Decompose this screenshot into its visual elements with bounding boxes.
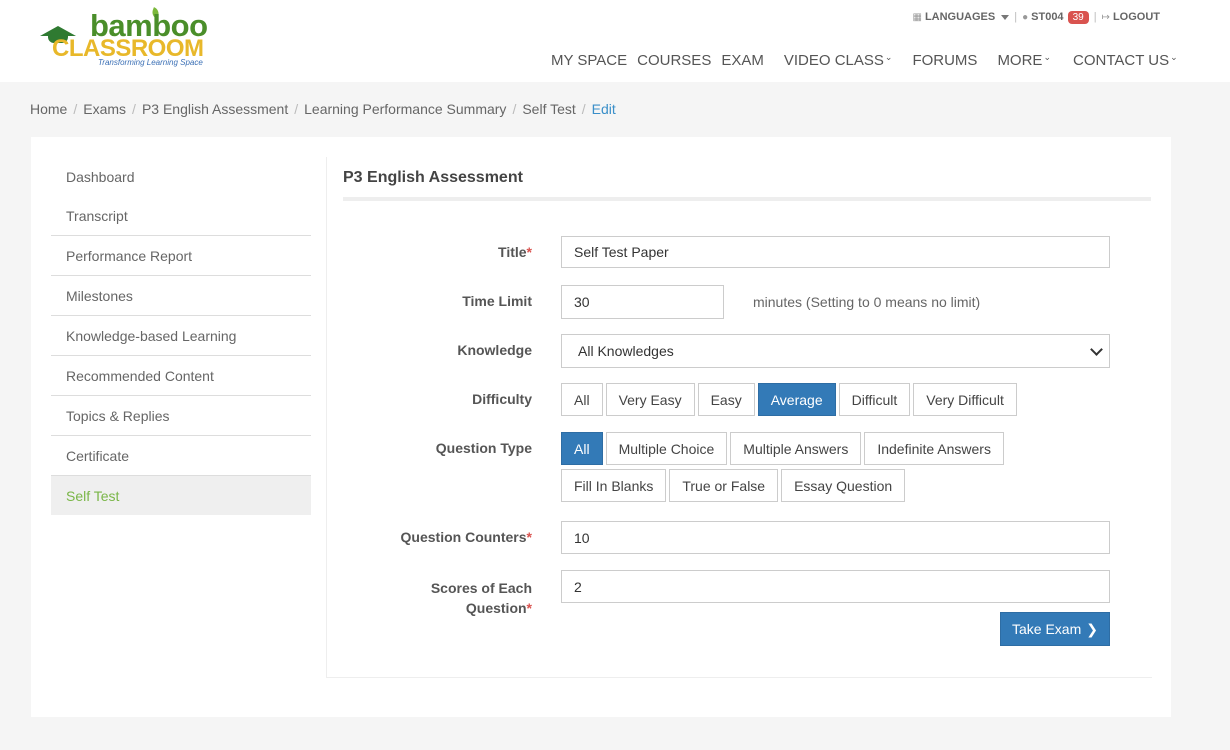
breadcrumb-self-test[interactable]: Self Test (522, 101, 575, 117)
sidebar-item-self-test[interactable]: Self Test (51, 476, 311, 515)
difficulty-options: All Very Easy Easy Average Difficult Ver… (561, 383, 1020, 416)
difficulty-all[interactable]: All (561, 383, 603, 416)
sidebar-item-certificate[interactable]: Certificate (51, 436, 311, 476)
chevron-down-icon (1090, 343, 1103, 356)
user-icon: ● (1022, 11, 1029, 23)
question-type-multiple-answers[interactable]: Multiple Answers (730, 432, 862, 465)
difficulty-average[interactable]: Average (757, 383, 836, 416)
page-title: P3 English Assessment (343, 169, 523, 186)
main-nav: MY SPACE COURSES EXAM VIDEO CLASS ⌄ FORUM… (551, 52, 1178, 69)
breadcrumb-summary[interactable]: Learning Performance Summary (304, 101, 506, 117)
difficulty-very-easy[interactable]: Very Easy (605, 383, 695, 416)
knowledge-selected-value: All Knowledges (578, 343, 674, 359)
difficulty-very-difficult[interactable]: Very Difficult (913, 383, 1017, 416)
breadcrumb-exams[interactable]: Exams (83, 101, 126, 117)
sidebar-item-transcript[interactable]: Transcript (51, 196, 311, 236)
title-label: Title* (498, 244, 532, 260)
nav-courses[interactable]: COURSES (637, 52, 711, 69)
sidebar-item-performance-report[interactable]: Performance Report (51, 236, 311, 276)
nav-contact-us[interactable]: CONTACT US (1073, 52, 1169, 69)
chevron-down-icon[interactable]: ⌄ (885, 52, 893, 69)
question-type-fill-in-blanks[interactable]: Fill In Blanks (561, 469, 667, 502)
top-links: ▦ LANGUAGES | ● ST004 39 | ↦ LOGOUT (912, 10, 1160, 24)
user-name[interactable]: ST004 (1031, 11, 1063, 23)
main-card: Dashboard Transcript Performance Report … (31, 137, 1171, 717)
scores-input[interactable]: 2 (561, 570, 1110, 603)
question-type-indefinite-answers[interactable]: Indefinite Answers (864, 432, 1004, 465)
title-input[interactable]: Self Test Paper (561, 236, 1110, 268)
knowledge-select[interactable]: All Knowledges (561, 334, 1110, 368)
divider (343, 197, 1151, 201)
breadcrumb-assessment[interactable]: P3 English Assessment (142, 101, 288, 117)
sidebar-item-dashboard[interactable]: Dashboard (51, 157, 311, 196)
notification-badge[interactable]: 39 (1067, 10, 1089, 24)
question-type-all[interactable]: All (561, 432, 603, 465)
chevron-right-icon: ❯ (1086, 620, 1098, 637)
question-type-options-row2: Fill In Blanks True or False Essay Quest… (561, 469, 908, 502)
sidebar-item-knowledge-learning[interactable]: Knowledge-based Learning (51, 316, 311, 356)
time-limit-hint: minutes (Setting to 0 means no limit) (753, 294, 981, 310)
nav-my-space[interactable]: MY SPACE (551, 52, 627, 69)
difficulty-difficult[interactable]: Difficult (838, 383, 911, 416)
breadcrumb-home[interactable]: Home (30, 101, 67, 117)
difficulty-easy[interactable]: Easy (697, 383, 755, 416)
nav-forums[interactable]: FORUMS (912, 52, 977, 69)
breadcrumb-edit: Edit (591, 101, 616, 117)
time-limit-input[interactable]: 30 (561, 285, 724, 319)
question-type-label: Question Type (435, 440, 532, 456)
nav-exam[interactable]: EXAM (721, 52, 764, 69)
difficulty-label: Difficulty (472, 391, 532, 407)
scores-label: Scores of Each Question* (430, 580, 532, 616)
languages-menu[interactable]: LANGUAGES (925, 11, 995, 23)
question-counters-label: Question Counters* (400, 529, 532, 545)
take-exam-button[interactable]: Take Exam ❯ (1000, 612, 1110, 646)
sidebar: Dashboard Transcript Performance Report … (51, 157, 311, 515)
sidebar-item-topics-replies[interactable]: Topics & Replies (51, 396, 311, 436)
logo-tagline: Transforming Learning Space (98, 58, 203, 67)
chevron-down-icon[interactable]: ⌄ (1043, 52, 1051, 69)
sidebar-item-recommended-content[interactable]: Recommended Content (51, 356, 311, 396)
site-logo[interactable]: bamboo CLASSROOM Transforming Learning S… (40, 7, 215, 70)
nav-video-class[interactable]: VIDEO CLASS (784, 52, 884, 69)
time-limit-label: Time Limit (462, 293, 532, 309)
question-counters-input[interactable]: 10 (561, 521, 1110, 554)
question-type-true-false[interactable]: True or False (669, 469, 779, 502)
logout-link[interactable]: LOGOUT (1113, 11, 1160, 23)
question-type-multiple-choice[interactable]: Multiple Choice (605, 432, 728, 465)
site-header: bamboo CLASSROOM Transforming Learning S… (0, 0, 1230, 82)
sidebar-item-milestones[interactable]: Milestones (51, 276, 311, 316)
chevron-down-icon[interactable]: ⌄ (1170, 52, 1178, 69)
book-icon: ▦ (912, 11, 922, 23)
question-type-essay[interactable]: Essay Question (781, 469, 906, 502)
self-test-form: P3 English Assessment Title* Self Test P… (326, 157, 1152, 678)
caret-down-icon[interactable] (1001, 14, 1010, 20)
nav-more[interactable]: MORE (997, 52, 1042, 69)
knowledge-label: Knowledge (457, 342, 532, 358)
breadcrumb: Home / Exams / P3 English Assessment / Lear… (30, 101, 616, 117)
logout-icon: ↦ (1101, 11, 1110, 23)
question-type-options-row1: All Multiple Choice Multiple Answers Ind… (561, 432, 1007, 465)
